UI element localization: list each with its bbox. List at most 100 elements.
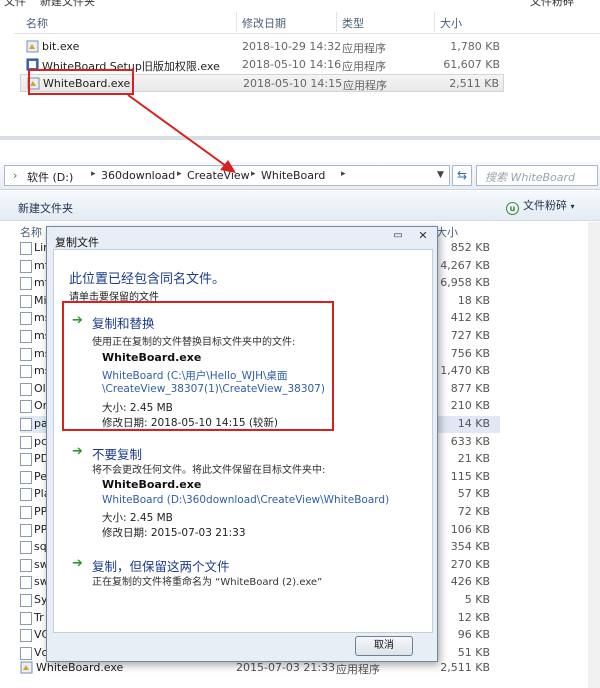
- file-icon: [20, 365, 32, 379]
- minimize-button[interactable]: ▭: [387, 230, 409, 244]
- file-size: 2,511 KB: [440, 661, 490, 674]
- file-type: 应用程序: [342, 42, 386, 55]
- breadcrumb-separator: ›: [13, 169, 18, 182]
- chevron-right-icon[interactable]: ▸: [341, 169, 346, 179]
- chevron-right-icon[interactable]: ▸: [91, 169, 96, 179]
- column-modified-header[interactable]: 修改日期: [242, 15, 286, 31]
- file-icon: [20, 312, 32, 326]
- file-size: 96 KB: [457, 628, 490, 642]
- file-size: 57 KB: [457, 487, 490, 501]
- file-icon: [20, 470, 32, 484]
- file-icon: [20, 558, 32, 572]
- file-size: 115 KB: [450, 469, 490, 483]
- file-shred-label: 文件粉碎: [523, 199, 567, 212]
- green-arrow-icon: ➔: [72, 444, 83, 459]
- file-icon: [20, 523, 32, 537]
- file-size: 2,511 KB: [449, 77, 499, 90]
- file-name: WhiteBoard.exe: [36, 661, 124, 674]
- breadcrumb-folder[interactable]: CreateView: [187, 169, 250, 182]
- file-type: 应用程序: [343, 79, 387, 92]
- file-size: 756 KB: [450, 346, 490, 360]
- file-icon: [20, 629, 32, 643]
- file-modified: 2015-07-03 21:33: [236, 661, 336, 674]
- file-name: sq: [34, 540, 47, 554]
- column-divider[interactable]: [236, 12, 237, 32]
- file-icon: [20, 453, 32, 467]
- file-shred-button[interactable]: u 文件粉碎 ▾: [506, 197, 575, 215]
- file-size: 6,958 KB: [440, 276, 490, 290]
- column-type-header[interactable]: 类型: [342, 15, 364, 31]
- breadcrumb-current[interactable]: WhiteBoard: [261, 169, 325, 182]
- breadcrumb-folder[interactable]: 360download: [101, 169, 175, 182]
- search-placeholder: 搜索 WhiteBoard: [485, 171, 576, 184]
- option-path-line: WhiteBoard (D:\360download\CreateView\Wh…: [102, 494, 390, 506]
- annotation-box-copy-replace: [62, 301, 334, 431]
- dialog-heading: 此位置已经包含同名文件。: [69, 272, 226, 287]
- new-folder-button[interactable]: 新建文件夹: [18, 200, 73, 216]
- file-size: 426 KB: [450, 575, 490, 589]
- file-size: 412 KB: [450, 311, 490, 325]
- file-modified: 2018-05-10 14:15: [243, 77, 343, 90]
- chevron-right-icon[interactable]: ▸: [251, 169, 256, 179]
- option-dont-copy[interactable]: ➔ 不要复制 将不会更改任何文件。将此文件保留在目标文件夹中: WhiteBoa…: [68, 444, 428, 544]
- file-icon: [20, 382, 32, 396]
- file-size: 1,780 KB: [450, 40, 500, 53]
- dropdown-icon[interactable]: ▼: [437, 170, 444, 180]
- file-icon: [20, 242, 32, 255]
- address-row: › 软件 (D:) ▸ 360download ▸ CreateView ▸ W…: [0, 162, 600, 190]
- file-icon: [20, 576, 32, 590]
- file-size: 106 KB: [450, 522, 490, 536]
- search-input[interactable]: 搜索 WhiteBoard: [476, 165, 598, 186]
- refresh-icon: ⇆: [456, 168, 468, 182]
- column-size-header[interactable]: 大小: [440, 15, 462, 31]
- dialog-title: 复制文件: [55, 236, 99, 249]
- file-size: 877 KB: [450, 381, 490, 395]
- option-keep-both[interactable]: ➔ 复制，但保留这两个文件 正在复制的文件将重命名为 “WhiteBoard (…: [68, 556, 428, 596]
- file-icon: [20, 541, 32, 555]
- toolbar: 新建文件夹 u 文件粉碎 ▾: [0, 191, 600, 221]
- file-name: Ol: [34, 381, 46, 395]
- file-name: Mi: [34, 293, 47, 307]
- column-name-header[interactable]: 名称: [26, 15, 48, 31]
- file-icon: [20, 418, 32, 431]
- file-size: 21 KB: [457, 452, 490, 466]
- column-divider[interactable]: [434, 12, 435, 32]
- chevron-right-icon[interactable]: ▸: [177, 169, 182, 179]
- breadcrumb-drive[interactable]: 软件 (D:): [27, 169, 73, 185]
- file-size: 4,267 KB: [440, 258, 490, 272]
- column-size-header[interactable]: 大小: [436, 224, 458, 240]
- file-type: 应用程序: [336, 663, 380, 676]
- file-size: 270 KB: [450, 557, 490, 571]
- file-type: 应用程序: [342, 60, 386, 73]
- file-icon: [20, 400, 32, 414]
- file-size: 852 KB: [450, 241, 490, 254]
- file-size: 61,607 KB: [443, 58, 500, 71]
- file-icon: [20, 611, 32, 625]
- file-size: 14 KB: [457, 417, 490, 430]
- exe-file-icon: [26, 40, 39, 53]
- file-size: 633 KB: [450, 434, 490, 448]
- column-header: 名称 修改日期 类型 大小: [14, 6, 600, 34]
- vertical-scrollbar[interactable]: [588, 222, 600, 688]
- column-name-header[interactable]: 名称: [20, 224, 42, 240]
- file-size: 18 KB: [457, 293, 490, 307]
- file-modified: 2018-05-10 14:16: [242, 58, 342, 71]
- cancel-button[interactable]: 取消: [355, 636, 413, 656]
- file-icon: [20, 330, 32, 343]
- column-divider[interactable]: [336, 12, 337, 32]
- exe-file-icon: [20, 661, 33, 674]
- file-size: 210 KB: [450, 399, 490, 413]
- refresh-button[interactable]: ⇆: [452, 165, 472, 186]
- copy-file-dialog: 复制文件 ▭ ✕ 此位置已经包含同名文件。 请单击要保留的文件 ➔ 复制和替换 …: [46, 226, 438, 662]
- green-arrow-icon: ➔: [72, 556, 83, 571]
- option-size: 大小: 2.45 MB: [102, 512, 173, 524]
- close-button[interactable]: ✕: [413, 230, 433, 244]
- file-size: 72 KB: [457, 505, 490, 518]
- file-icon: [20, 646, 32, 660]
- option-description: 正在复制的文件将重命名为 “WhiteBoard (2).exe”: [92, 577, 323, 588]
- address-bar[interactable]: › 软件 (D:) ▸ 360download ▸ CreateView ▸ W…: [4, 165, 450, 186]
- file-name: Tr: [34, 610, 44, 624]
- annotation-box-source-file: [28, 69, 134, 95]
- file-row[interactable]: bit.exe 2018-10-29 14:32 应用程序 1,780 KB: [20, 38, 504, 56]
- option-description: 将不会更改任何文件。将此文件保留在目标文件夹中:: [92, 465, 326, 476]
